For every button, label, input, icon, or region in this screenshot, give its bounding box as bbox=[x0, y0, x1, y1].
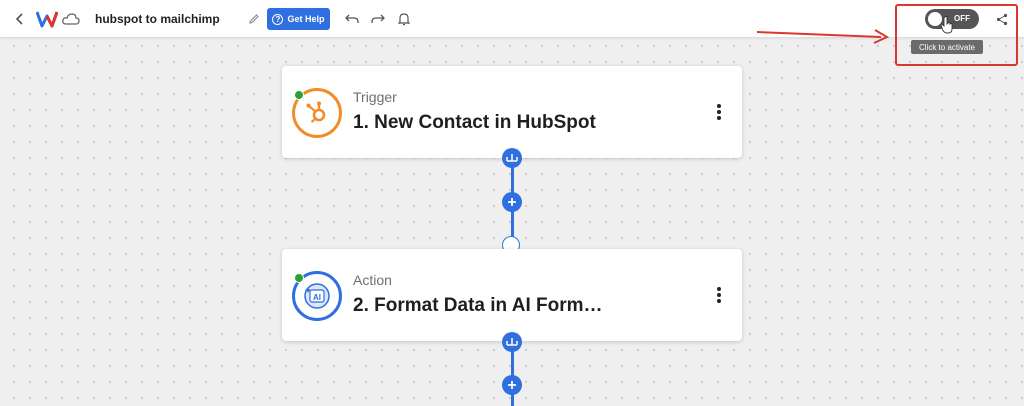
hubspot-icon bbox=[306, 101, 326, 123]
more-options-icon[interactable] bbox=[714, 102, 724, 122]
get-help-button[interactable]: ? Get Help bbox=[267, 8, 330, 30]
get-help-label: Get Help bbox=[287, 14, 325, 24]
add-step-button[interactable] bbox=[502, 375, 522, 395]
step-title: 1. New Contact in HubSpot bbox=[353, 112, 596, 133]
status-dot bbox=[294, 90, 304, 100]
trigger-step-card[interactable]: Trigger 1. New Contact in HubSpot bbox=[282, 66, 742, 158]
notification-bell-icon[interactable] bbox=[396, 10, 412, 28]
branch-node[interactable] bbox=[502, 148, 522, 168]
step-app-badge bbox=[292, 88, 342, 138]
step-kind-label: Trigger bbox=[353, 89, 397, 105]
cloud-save-icon bbox=[62, 11, 80, 27]
step-title: 2. Format Data in AI Form… bbox=[353, 295, 603, 316]
back-icon[interactable] bbox=[12, 10, 28, 28]
annotation-highlight-box bbox=[895, 4, 1018, 66]
status-dot bbox=[294, 273, 304, 283]
step-kind-label: Action bbox=[353, 272, 392, 288]
ai-formatter-icon: AI bbox=[304, 283, 330, 309]
action-step-card[interactable]: AI Action 2. Format Data in AI Form… bbox=[282, 249, 742, 341]
branch-node[interactable] bbox=[502, 332, 522, 352]
ai-icon-text: AI bbox=[313, 293, 321, 302]
redo-icon[interactable] bbox=[370, 11, 386, 27]
plus-icon bbox=[508, 381, 516, 389]
annotation-arrow-icon bbox=[756, 29, 890, 44]
undo-icon[interactable] bbox=[344, 11, 360, 27]
edit-title-icon[interactable] bbox=[246, 11, 262, 27]
plus-icon bbox=[508, 198, 516, 206]
branch-icon bbox=[506, 154, 518, 162]
more-options-icon[interactable] bbox=[714, 285, 724, 305]
step-app-badge: AI bbox=[292, 271, 342, 321]
branch-icon bbox=[506, 338, 518, 346]
app-logo-icon[interactable] bbox=[36, 9, 58, 29]
add-step-button[interactable] bbox=[502, 192, 522, 212]
help-icon: ? bbox=[272, 13, 284, 25]
workflow-title[interactable]: hubspot to mailchimp bbox=[95, 12, 220, 26]
